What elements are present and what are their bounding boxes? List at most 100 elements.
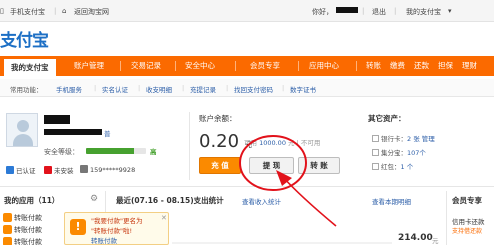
transfer-app-icon <box>3 213 12 222</box>
rename-tooltip: ! "我要付款"更名为 "转账付款"啦! 转账付款 ✕ <box>64 212 169 245</box>
subnav-divider: | <box>138 84 141 92</box>
avatar[interactable] <box>6 113 38 147</box>
bank-card-icon <box>372 135 379 142</box>
tab-account-management[interactable]: 账户管理 <box>74 56 104 76</box>
expense-chart-placeholder <box>172 242 392 244</box>
withdraw-button[interactable]: 提 现 <box>249 157 294 174</box>
transfer-app-icon <box>3 225 12 234</box>
subnav-divider: | <box>282 84 285 92</box>
tab-security-center[interactable]: 安全中心 <box>185 56 215 76</box>
nav-divider <box>235 61 236 71</box>
bank-card-count[interactable]: 2 张 <box>407 135 420 143</box>
phone-status[interactable]: 159*****9928 <box>80 165 135 174</box>
coupon-icon <box>372 163 379 170</box>
phone-icon <box>80 165 88 173</box>
tab-transaction-records[interactable]: 交易记录 <box>131 56 161 76</box>
coupon-label: 红包： <box>381 163 401 171</box>
transfer-app-icon <box>3 237 12 245</box>
logo-text: 支付宝 <box>0 31 49 51</box>
member-support-note: 支持借还款 <box>452 228 483 235</box>
subnav-recover-password[interactable]: 找回支付密码 <box>234 84 273 94</box>
verified-status[interactable]: 已认证 <box>6 165 36 175</box>
app-item-transfer[interactable]: 转账付款 <box>14 213 42 223</box>
balance-title: 账户余额： <box>199 114 237 123</box>
phone-number: 159*****9928 <box>90 166 136 174</box>
member-level-badge[interactable]: 普 <box>104 128 111 138</box>
quick-guarantee[interactable]: 担保 <box>438 56 453 76</box>
security-level-label: 安全等级： <box>44 148 79 156</box>
nav-divider <box>356 61 357 71</box>
certificate-icon <box>44 166 52 174</box>
quick-repay[interactable]: 还款 <box>414 56 429 76</box>
member-credit-card[interactable]: 信用卡还款 <box>452 216 485 226</box>
app-item-transfer[interactable]: 转账付款 <box>14 237 42 245</box>
subnav-digital-cert[interactable]: 数字证书 <box>290 84 316 94</box>
cert-status[interactable]: 未安装 <box>44 165 74 175</box>
avatar-body <box>13 134 33 146</box>
subnav-income-expense[interactable]: 收支明细 <box>146 84 172 94</box>
expense-total: 214.00 <box>398 233 433 243</box>
bank-card-label: 银行卡： <box>381 135 407 143</box>
member-title: 会员专享 <box>452 196 482 205</box>
app-item-transfer[interactable]: 转账付款 <box>14 225 42 235</box>
subnav-divider: | <box>94 84 97 92</box>
expense-stats-title: 最近(07.16 - 08.15)支出统计 <box>116 196 224 205</box>
tooltip-line-1: "我要付款"更名为 <box>91 217 143 225</box>
balance-panel: 账户余额： 0.20 元 可用 1000.00 元 | 不可用 <box>199 113 320 152</box>
alipay-logo[interactable]: 支付宝 <box>0 26 56 51</box>
recharge-button[interactable]: 充 值 <box>199 157 241 174</box>
points-value[interactable]: 107个 <box>407 149 426 157</box>
username-redacted <box>336 7 358 15</box>
topbar-divider: | <box>394 7 397 15</box>
close-icon[interactable]: ✕ <box>161 214 167 222</box>
tooltip-link[interactable]: 转账付款 <box>91 237 117 245</box>
balance-value: 0.20 <box>199 131 240 152</box>
verified-label: 已认证 <box>16 167 36 175</box>
nav-divider <box>175 61 176 71</box>
my-apps-title: 我的应用（11） <box>4 196 60 205</box>
speaker-icon: ! <box>70 219 86 235</box>
avatar-head <box>17 120 29 132</box>
tab-app-center[interactable]: 应用中心 <box>309 56 339 76</box>
other-assets-panel: 其它资产： 银行卡：2 张 管理 集分宝：107个 红包：1 个 <box>368 113 494 183</box>
common-functions-bar: 常用功能： 手机服务 | 实名认证 | 收支明细 | 充提记录 | 找回支付密码… <box>0 79 494 97</box>
main-nav: 我的支付宝 账户管理 交易记录 安全中心 会员专享 应用中心 转账 缴费 还款 … <box>0 56 494 76</box>
view-income-stats-link[interactable]: 查看收入统计 <box>242 196 281 206</box>
subnav-mobile-service[interactable]: 手机服务 <box>56 84 82 94</box>
my-alipay-link[interactable]: 我的支付宝 <box>406 7 441 17</box>
mobile-alipay-link[interactable]: 手机支付宝 <box>10 7 45 17</box>
tooltip-line-2: "转账付款"啦! <box>91 227 133 235</box>
transfer-button[interactable]: 转 账 <box>298 157 340 174</box>
section-divider <box>0 186 494 187</box>
top-bar: ▯ 手机支付宝 | ⌂ 返回淘宝网 你好， | 退出 | 我的支付宝 ▾ <box>0 0 494 22</box>
member-panel: 会员专享 信用卡还款 支持借还款 <box>446 191 494 245</box>
greeting-text: 你好， <box>312 8 333 16</box>
quick-finance[interactable]: 理财 <box>462 56 477 76</box>
gear-icon[interactable]: ⚙ <box>90 194 98 204</box>
home-icon: ⌂ <box>62 7 67 15</box>
topbar-divider: | <box>362 7 365 15</box>
security-level-value: 高 <box>150 148 157 156</box>
quick-transfer[interactable]: 转账 <box>366 56 381 76</box>
tab-my-alipay[interactable]: 我的支付宝 <box>4 57 56 76</box>
quick-pay-bills[interactable]: 缴费 <box>390 56 405 76</box>
bank-card-manage-link[interactable]: 管理 <box>422 135 435 143</box>
bank-card-row: 银行卡：2 张 管理 <box>372 133 435 143</box>
back-to-taobao-link[interactable]: 返回淘宝网 <box>74 7 109 17</box>
available-balance: 可用 1000.00 元 | 不可用 <box>244 137 320 147</box>
other-assets-title: 其它资产： <box>368 114 406 123</box>
profile-panel: 普 安全等级： 高 已认证 未安装 159*****9928 <box>6 113 176 185</box>
chevron-down-icon[interactable]: ▾ <box>448 7 452 15</box>
id-card-icon <box>6 166 14 174</box>
tab-member-exclusive[interactable]: 会员专享 <box>250 56 280 76</box>
subnav-recharge-records[interactable]: 充提记录 <box>190 84 216 94</box>
tooltip-text: "我要付款"更名为 "转账付款"啦! 转账付款 <box>91 216 142 245</box>
logout-link[interactable]: 退出 <box>372 7 386 17</box>
coupon-row: 红包：1 个 <box>372 161 413 171</box>
points-row: 集分宝：107个 <box>372 147 426 157</box>
coupon-value[interactable]: 1 个 <box>401 163 414 171</box>
points-icon <box>372 149 379 156</box>
available-prefix: 可用 <box>244 139 257 147</box>
subnav-real-name-auth[interactable]: 实名认证 <box>102 84 128 94</box>
view-detail-link[interactable]: 查看本期明细 <box>372 196 411 206</box>
